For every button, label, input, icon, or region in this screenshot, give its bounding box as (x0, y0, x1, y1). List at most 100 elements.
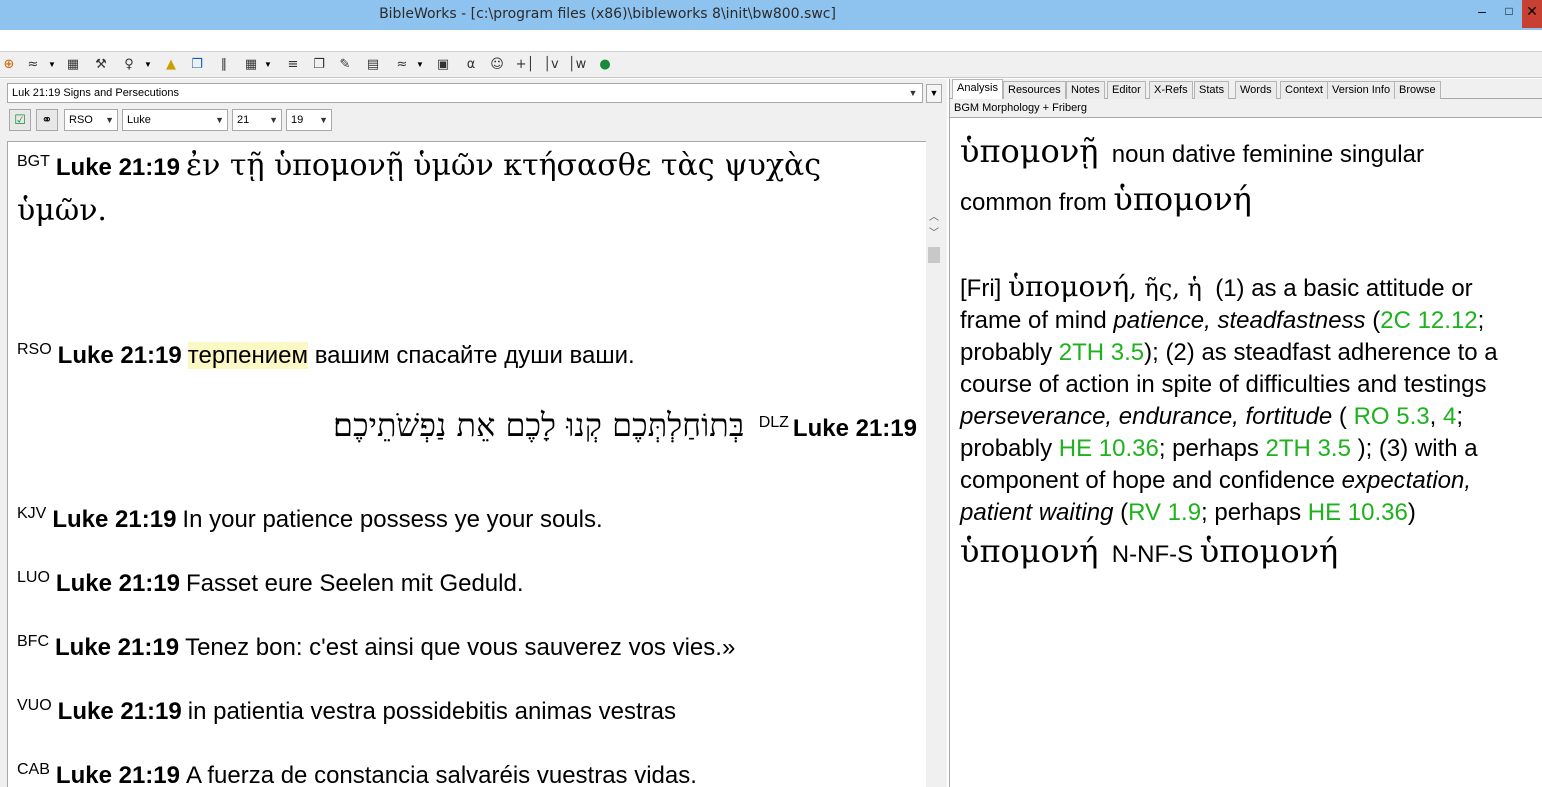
verse-bfc[interactable]: BFC Luke 21:19 Tenez bon: c'est ainsi que … (17, 633, 735, 662)
stamp-icon[interactable]: ♀ (120, 56, 138, 74)
friberg-entry: [Fri] ὑπομονή, ῆς, ἡ (1) as a basic atti… (960, 271, 1535, 529)
globe-icon[interactable]: ● (596, 56, 614, 74)
chevron-up-icon[interactable]: ︿ (926, 211, 942, 225)
analysis-pane: Analysis Resources Notes Editor X-Refs S… (949, 79, 1542, 787)
person-icon[interactable]: ☺ (488, 56, 506, 74)
chevron-down-icon: ▼ (215, 115, 224, 125)
scripture-link[interactable]: HE 10.36 (1308, 499, 1408, 526)
verse-text-area[interactable]: BGT Luke 21:19 ἐν τῇ ὑπομονῇ ὑμῶν κτήσασθε… (7, 141, 926, 787)
tab-resources[interactable]: Resources (1003, 81, 1066, 99)
version-abbr: BGT (17, 153, 50, 170)
verse-vuo[interactable]: VUO Luke 21:19 in patientia vestra posside… (17, 697, 676, 726)
verse-rso[interactable]: RSO Luke 21:19 терпением вашим спасайте ду… (17, 341, 635, 370)
tab-notes[interactable]: Notes (1066, 81, 1105, 99)
verse-select[interactable]: 19 ▼ (286, 109, 332, 131)
verse-kjv[interactable]: KJV Luke 21:19 In your patience possess ye… (17, 505, 603, 534)
layout-icon[interactable]: ▦ (242, 56, 260, 74)
verse-luo[interactable]: LUO Luke 21:19 Fasset eure Seelen mit Gedu… (17, 569, 524, 598)
chevron-down-icon: ▼ (269, 115, 278, 125)
copy-icon[interactable]: ❐ (310, 56, 328, 74)
chevron-down-icon[interactable]: ﹀ (926, 227, 942, 241)
notes-icon[interactable]: α (462, 56, 480, 74)
title-bar: BibleWorks - [c:\program files (x86)\bib… (0, 0, 1542, 30)
definition-text: ( (1365, 307, 1381, 334)
grid-icon[interactable]: ▣ (434, 56, 452, 74)
print-icon[interactable]: ▤ (364, 56, 382, 74)
code-lemma[interactable]: ὑπομονή (1200, 532, 1338, 570)
scripture-link[interactable]: RV 1.9 (1128, 499, 1201, 526)
scripture-link[interactable]: HE 10.36 (1059, 435, 1159, 462)
tab-browse[interactable]: Browse (1394, 81, 1441, 99)
highlighted-word[interactable]: терпением (187, 342, 309, 369)
pane-menu-button[interactable]: ▼ (926, 84, 942, 103)
verse-dlz[interactable]: בְּתוֹחַלְתְּכֶם קְנוּ לָכֶם אֵת נַפְשֹׁ… (333, 406, 917, 444)
edit-icon[interactable]: ✎ (336, 56, 354, 74)
chapter-select[interactable]: 21 ▼ (232, 109, 282, 131)
gloss: perseverance, endurance, fortitude (960, 403, 1333, 430)
lemma[interactable]: ὑπομονή (1113, 180, 1251, 218)
tab-context[interactable]: Context (1280, 81, 1328, 99)
bookmark-icon[interactable]: ≈ (393, 56, 411, 74)
ev-icon[interactable]: │v (540, 56, 562, 74)
tab-editor[interactable]: Editor (1107, 81, 1146, 99)
verse-title-dropdown[interactable]: Luk 21:19 Signs and Persecutions ▼ (7, 83, 923, 103)
analysis-content: ὑπομονῇ noun dative feminine singular co… (960, 129, 1535, 577)
verse-text: вашим спасайте души ваши. (308, 342, 635, 369)
definition-text: ; perhaps (1201, 499, 1308, 526)
verse-ref[interactable]: Luke 21:19 (56, 154, 180, 181)
verse-ref[interactable]: Luke 21:19 (55, 634, 179, 661)
chevron-down-icon[interactable]: ▼ (416, 59, 424, 71)
verse-ref[interactable]: Luke 21:19 (56, 762, 180, 787)
minimize-button[interactable]: – (1468, 0, 1496, 24)
chevron-down-icon[interactable]: ▼ (48, 59, 56, 71)
checkbox-icon[interactable]: ☑ (9, 109, 31, 131)
highlight-icon[interactable]: ▲ (162, 56, 180, 74)
verse-ref[interactable]: Luke 21:19 (793, 415, 917, 442)
close-button[interactable]: ✕ (1522, 0, 1542, 28)
vertical-scrollbar[interactable]: ︿ ﹀ (926, 141, 942, 787)
list-icon[interactable]: ≡ (284, 56, 302, 74)
version-abbr: LUO (17, 569, 50, 586)
chevron-down-icon[interactable]: ▼ (906, 85, 920, 101)
browse-icon[interactable]: ▦ (64, 56, 82, 74)
chevron-down-icon: ▼ (319, 115, 328, 125)
tools-icon[interactable]: ⚒ (92, 56, 110, 74)
scripture-link[interactable]: 2C 12.12 (1380, 307, 1477, 334)
verse-title: Luk 21:19 Signs and Persecutions (12, 87, 179, 99)
scrollbar-thumb[interactable] (928, 247, 940, 263)
search-icon[interactable]: ≈ (24, 56, 42, 74)
code-word: ὑπομονή (960, 532, 1099, 570)
scripture-link[interactable]: 2TH 3.5 (1059, 339, 1144, 366)
verse-ref[interactable]: Luke 21:19 (56, 570, 180, 597)
version-select[interactable]: RSO ▼ (64, 109, 118, 131)
verse-ref[interactable]: Luke 21:19 (58, 342, 182, 369)
ew-icon[interactable]: │w (566, 56, 588, 74)
book-select[interactable]: Luke ▼ (122, 109, 228, 131)
verse-bgt[interactable]: BGT Luke 21:19 ἐν τῇ ὑπομονῇ ὑμῶν κτήσασθε… (17, 148, 821, 183)
toolbar: ⊕ ≈ ▼ ▦ ⚒ ♀ ▼ ▲ ❐ ∥ ▦ ▼ ≡ ❐ ✎ ▤ ≈ ▼ ▣ α … (0, 52, 1542, 78)
tab-words[interactable]: Words (1235, 81, 1277, 99)
version-abbr: KJV (17, 505, 47, 522)
scripture-link[interactable]: RO 5.3 (1354, 403, 1430, 430)
verse-text: Fasset eure Seelen mit Geduld. (185, 570, 524, 597)
tab-version-info[interactable]: Version Info (1327, 81, 1396, 99)
link-icon[interactable]: ⚭ (36, 109, 58, 131)
definition-text: ( (1113, 499, 1129, 526)
chevron-down-icon[interactable]: ▼ (264, 59, 272, 71)
tab-stats[interactable]: Stats (1194, 81, 1230, 99)
windows-icon[interactable]: ❐ (188, 56, 206, 74)
chevron-down-icon[interactable]: ▼ (144, 59, 152, 71)
scripture-link[interactable]: 2TH 3.5 (1266, 435, 1351, 462)
tab-xrefs[interactable]: X-Refs (1149, 81, 1193, 99)
scripture-link[interactable]: 4 (1443, 403, 1456, 430)
verse-ref[interactable]: Luke 21:19 (58, 698, 182, 725)
verse-cab[interactable]: CAB Luke 21:19 A fuerza de constancia salv… (17, 761, 697, 787)
crosshair-icon[interactable]: ⊕ (0, 56, 18, 74)
add-icon[interactable]: +│ (514, 56, 536, 74)
verse-ref[interactable]: Luke 21:19 (52, 506, 176, 533)
parse-line-2: common from ὑπομονή (960, 177, 1535, 225)
tab-analysis[interactable]: Analysis (952, 79, 1003, 100)
columns-icon[interactable]: ∥ (215, 56, 233, 74)
maximize-button[interactable]: □ (1496, 0, 1522, 24)
